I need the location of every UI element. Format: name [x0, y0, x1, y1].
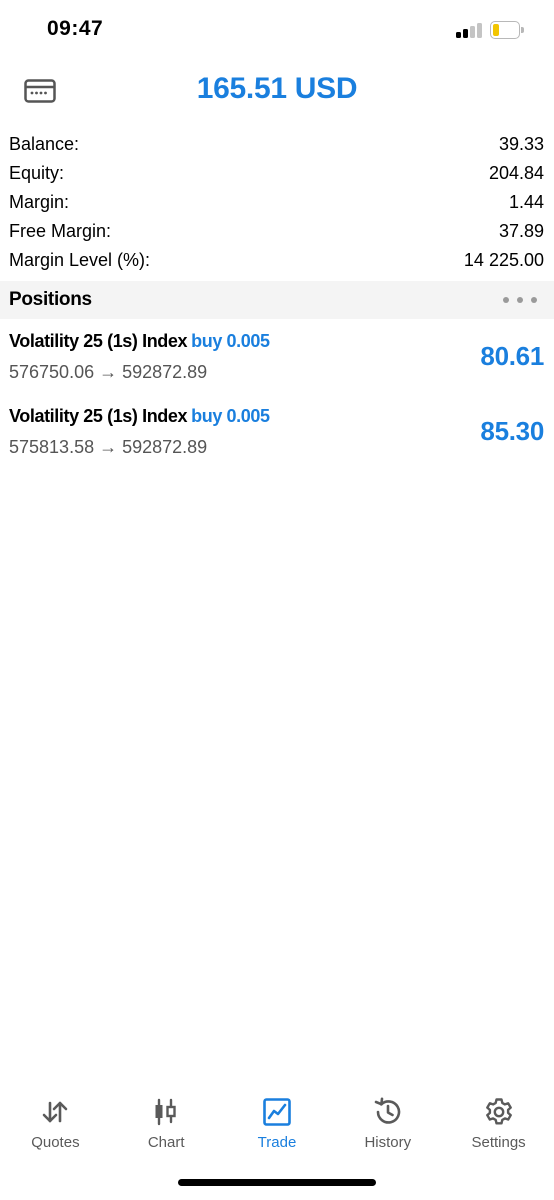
tab-label: Chart [147, 1134, 185, 1151]
bottom-tab-bar: Quotes Chart Trade History Settings [0, 1080, 554, 1170]
position-row[interactable]: Volatility 25 (1s) Index buy 0.005 576750… [0, 321, 554, 391]
position-title: Volatility 25 (1s) Index buy 0.005 [9, 331, 270, 352]
battery-level [493, 24, 499, 36]
summary-label: Equity: [9, 163, 65, 183]
home-indicator[interactable] [178, 1179, 376, 1186]
position-symbol: Volatility 25 (1s) Index [9, 331, 188, 351]
summary-label: Margin: [9, 192, 70, 212]
equity-title: 165.51 USD [196, 72, 358, 105]
positions-section-header: Positions [0, 281, 554, 319]
position-prices: 576750.06 → 592872.89 [9, 362, 208, 382]
position-profit: 85.30 [480, 416, 544, 446]
tab-label: Settings [471, 1134, 526, 1151]
position-symbol: Volatility 25 (1s) Index [9, 406, 188, 426]
summary-value: 204.84 [488, 163, 544, 183]
quotes-arrows-icon [43, 1101, 68, 1123]
tab-label: Quotes [31, 1134, 80, 1151]
candlestick-chart-icon [155, 1098, 176, 1126]
positions-title: Positions [9, 289, 92, 310]
tab-quotes[interactable]: Quotes [0, 1080, 111, 1170]
summary-value: 39.33 [498, 134, 544, 154]
summary-row-balance: Balance: 39.33 [0, 130, 554, 159]
summary-row-free-margin: Free Margin: 37.89 [0, 217, 554, 246]
tab-settings[interactable]: Settings [443, 1080, 554, 1170]
status-time: 09:47 [47, 17, 104, 40]
summary-label: Margin Level (%): [9, 250, 151, 270]
position-row[interactable]: Volatility 25 (1s) Index buy 0.005 575813… [0, 396, 554, 466]
position-profit: 80.61 [480, 341, 544, 371]
trade-chart-icon [263, 1098, 291, 1126]
position-type: buy 0.005 [191, 331, 270, 351]
more-options-icon[interactable] [503, 293, 537, 307]
account-header: 165.51 USD [0, 60, 554, 124]
summary-label: Balance: [9, 134, 80, 154]
tab-label: History [364, 1134, 412, 1151]
tab-chart[interactable]: Chart [111, 1080, 222, 1170]
summary-value: 37.89 [498, 221, 544, 241]
summary-row-margin: Margin: 1.44 [0, 188, 554, 217]
summary-value: 14 225.00 [463, 250, 544, 270]
history-clock-icon [374, 1097, 401, 1124]
battery-icon [490, 21, 524, 39]
settings-gear-icon [485, 1098, 512, 1125]
position-title: Volatility 25 (1s) Index buy 0.005 [9, 406, 270, 427]
position-prices: 575813.58 → 592872.89 [9, 437, 208, 457]
tab-history[interactable]: History [332, 1080, 443, 1170]
cellular-signal-icon [456, 23, 484, 38]
account-summary: Balance: 39.33 Equity: 204.84 Margin: 1.… [0, 130, 554, 275]
summary-value: 1.44 [508, 192, 544, 212]
tab-label: Trade [257, 1134, 297, 1151]
summary-label: Free Margin: [9, 221, 112, 241]
status-bar: 09:47 [0, 0, 554, 60]
summary-row-equity: Equity: 204.84 [0, 159, 554, 188]
tab-trade[interactable]: Trade [222, 1080, 333, 1170]
position-type: buy 0.005 [191, 406, 270, 426]
summary-row-margin-level: Margin Level (%): 14 225.00 [0, 246, 554, 275]
